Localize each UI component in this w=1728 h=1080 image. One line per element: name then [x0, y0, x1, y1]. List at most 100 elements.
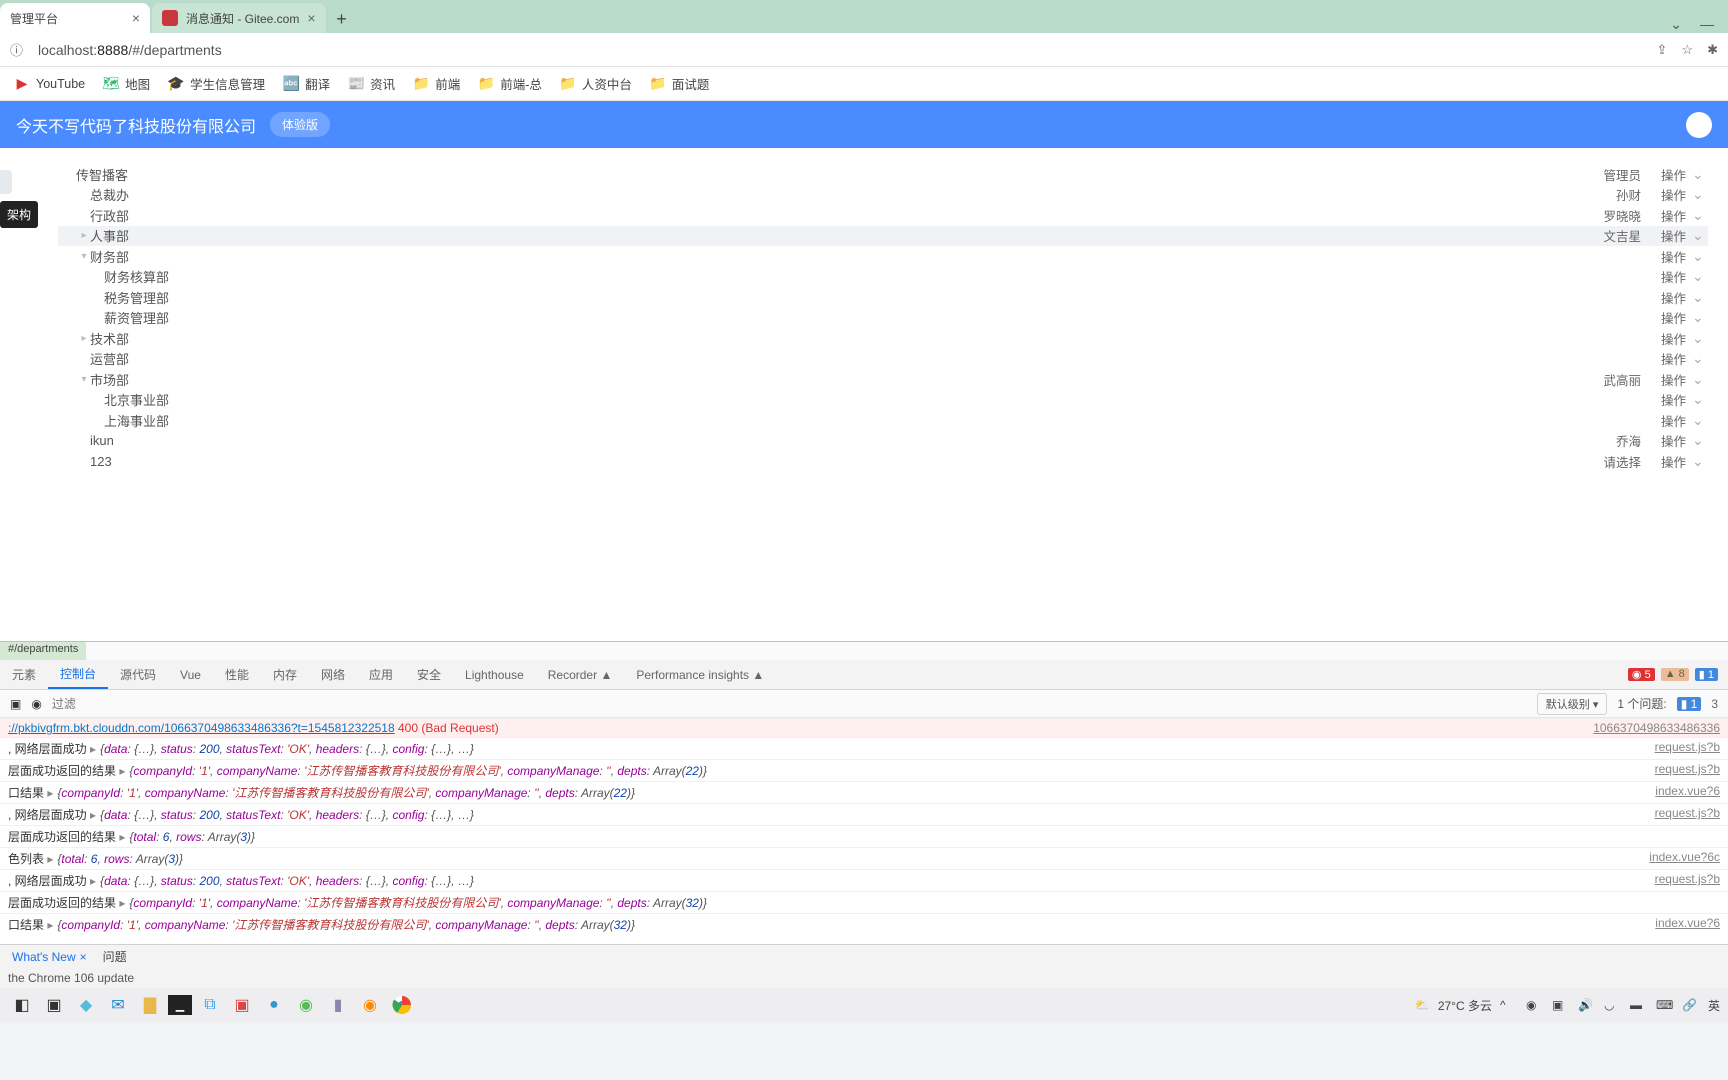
new-tab-button[interactable]: + — [328, 5, 356, 33]
chevron-down-icon[interactable]: ⌄ — [1692, 268, 1708, 285]
devtools-tab[interactable]: 性能 — [213, 660, 261, 689]
console-log-line[interactable]: , 网络层面成功 ▸{data: {…}, status: 200, statu… — [0, 737, 1728, 759]
expand-icon[interactable]: ▸ — [119, 896, 125, 910]
extensions-icon[interactable]: ✱ — [1707, 42, 1718, 58]
bookmark-item[interactable]: 📁前端 — [413, 74, 460, 93]
tree-row[interactable]: ▾ 财务部 操作 ⌄ — [58, 246, 1708, 267]
action-button[interactable]: 操作 — [1661, 206, 1686, 225]
battery-icon[interactable]: ▬ — [1630, 998, 1648, 1012]
chevron-down-icon[interactable]: ⌄ — [1692, 289, 1708, 306]
close-icon[interactable]: × — [307, 10, 315, 26]
tree-row[interactable]: 薪资管理部 操作 ⌄ — [58, 308, 1708, 329]
action-button[interactable]: 操作 — [1661, 185, 1686, 204]
chevron-down-icon[interactable]: ⌄ — [1692, 227, 1708, 244]
console-log-line[interactable]: 口结果 ▸{companyId: '1', companyName: '江苏传智… — [0, 913, 1728, 935]
devtools-tab[interactable]: Lighthouse — [453, 660, 536, 689]
source-file-tab[interactable]: #/departments — [0, 642, 86, 660]
console-log-line[interactable]: 色列表 ▸{total: 6, rows: Array(3)}index.vue… — [0, 847, 1728, 869]
bookmark-item[interactable]: 🗺地图 — [103, 74, 150, 93]
drawer-tab-issues[interactable]: 问题 — [97, 945, 133, 968]
log-source[interactable]: index.vue?6 — [1655, 784, 1720, 801]
chevron-down-icon[interactable]: ⌄ — [1692, 166, 1708, 183]
devtools-tab[interactable]: 源代码 — [108, 660, 168, 689]
log-source[interactable]: request.js?b — [1655, 762, 1720, 779]
avatar[interactable] — [1686, 112, 1712, 138]
bookmark-item[interactable]: 📁面试题 — [650, 74, 710, 93]
tree-row[interactable]: ▸ 技术部 操作 ⌄ — [58, 328, 1708, 349]
log-source[interactable]: request.js?b — [1655, 740, 1720, 757]
wifi-icon[interactable]: ◡ — [1604, 998, 1622, 1012]
app-icon[interactable]: ◆ — [72, 991, 100, 1019]
bookmark-item[interactable]: ▶YouTube — [14, 76, 85, 92]
action-button[interactable]: 操作 — [1661, 288, 1686, 307]
devtools-tab[interactable]: Recorder ▲ — [536, 660, 625, 689]
bookmark-item[interactable]: 🔤翻译 — [283, 74, 330, 93]
sidebar-toggle-icon[interactable]: ▣ — [10, 697, 21, 711]
tree-row[interactable]: 上海事业部 操作 ⌄ — [58, 410, 1708, 431]
tree-row[interactable]: 运营部 操作 ⌄ — [58, 349, 1708, 370]
chevron-down-icon[interactable]: ⌄ — [1692, 391, 1708, 408]
weather-text[interactable]: 27°C 多云 — [1438, 997, 1492, 1014]
log-source[interactable]: index.vue?6 — [1655, 916, 1720, 933]
chevron-down-icon[interactable]: ⌄ — [1692, 309, 1708, 326]
start-icon[interactable]: ◧ — [8, 991, 36, 1019]
expand-icon[interactable]: ▾ — [78, 251, 90, 262]
firefox-icon[interactable]: ◉ — [356, 991, 384, 1019]
tray-icon[interactable]: ◉ — [1526, 998, 1544, 1012]
action-button[interactable]: 操作 — [1661, 349, 1686, 368]
browser-tab[interactable]: 消息通知 - Gitee.com × — [152, 3, 326, 33]
tree-row[interactable]: 传智播客 管理员 操作 ⌄ — [58, 164, 1708, 185]
chevron-down-icon[interactable]: ⌄ — [1692, 248, 1708, 265]
app-icon[interactable]: ▣ — [228, 991, 256, 1019]
issue-badge[interactable]: ▮ 1 — [1677, 697, 1702, 711]
chevron-down-icon[interactable]: ⌄ — [1692, 412, 1708, 429]
browser-icon[interactable]: ● — [260, 991, 288, 1019]
devtools-tab[interactable]: Vue — [168, 660, 213, 689]
terminal-icon[interactable]: ▁ — [168, 995, 192, 1015]
devtools-tab[interactable]: 控制台 — [48, 660, 108, 689]
devtools-tab[interactable]: 内存 — [261, 660, 309, 689]
tree-row[interactable]: ▾ 市场部 武高丽 操作 ⌄ — [58, 369, 1708, 390]
bookmark-item[interactable]: 📁前端-总 — [478, 74, 542, 93]
console-log-line[interactable]: 层面成功返回的结果 ▸{total: 6, rows: Array(3)} — [0, 825, 1728, 847]
console-log-line[interactable]: , 网络层面成功 ▸{data: {…}, status: 200, statu… — [0, 803, 1728, 825]
console-log-line[interactable]: 口结果 ▸{companyId: '1', companyName: '江苏传智… — [0, 781, 1728, 803]
console-log-line[interactable]: ://pkbivgfrm.bkt.clouddn.com/10663704986… — [0, 718, 1728, 737]
action-button[interactable]: 操作 — [1661, 308, 1686, 327]
chevron-down-icon[interactable]: ⌄ — [1670, 16, 1682, 33]
bookmark-item[interactable]: 🎓学生信息管理 — [168, 74, 265, 93]
action-button[interactable]: 操作 — [1661, 431, 1686, 450]
drawer-tab-whatsnew[interactable]: What's New× — [6, 947, 93, 967]
expand-icon[interactable]: ▾ — [78, 374, 90, 385]
weather-icon[interactable]: ⛅ — [1415, 998, 1430, 1012]
chevron-down-icon[interactable]: ⌄ — [1692, 371, 1708, 388]
close-icon[interactable]: × — [80, 950, 87, 964]
devtools-tab[interactable]: 网络 — [309, 660, 357, 689]
info-icon[interactable]: ⓘ — [10, 40, 28, 59]
mail-icon[interactable]: ✉ — [104, 991, 132, 1019]
action-button[interactable]: 操作 — [1661, 267, 1686, 286]
devtools-tab[interactable]: 应用 — [357, 660, 405, 689]
log-source[interactable]: request.js?b — [1655, 872, 1720, 889]
chevron-down-icon[interactable]: ⌄ — [1692, 186, 1708, 203]
console-log-line[interactable]: , 网络层面成功 ▸{data: {…}, status: 200, statu… — [0, 869, 1728, 891]
chevron-down-icon[interactable]: ⌄ — [1692, 432, 1708, 449]
minimize-icon[interactable]: — — [1700, 16, 1714, 33]
log-source[interactable]: 1066370498633486336 — [1593, 721, 1720, 735]
task-view-icon[interactable]: ▣ — [40, 991, 68, 1019]
log-source[interactable]: request.js?b — [1655, 806, 1720, 823]
tree-row[interactable]: 行政部 罗晓晓 操作 ⌄ — [58, 205, 1708, 226]
expand-icon[interactable]: ▸ — [119, 830, 125, 844]
chevron-down-icon[interactable]: ⌄ — [1692, 207, 1708, 224]
action-button[interactable]: 操作 — [1661, 411, 1686, 430]
expand-icon[interactable]: ▸ — [78, 230, 90, 241]
tree-row[interactable]: 总裁办 孙财 操作 ⌄ — [58, 185, 1708, 206]
action-button[interactable]: 操作 — [1661, 247, 1686, 266]
devtools-tab[interactable]: 元素 — [0, 660, 48, 689]
chevron-up-icon[interactable]: ^ — [1500, 998, 1518, 1012]
expand-icon[interactable]: ▸ — [90, 808, 96, 822]
chevron-down-icon[interactable]: ⌄ — [1692, 453, 1708, 470]
console-log-line[interactable]: 层面成功返回的结果 ▸{companyId: '1', companyName:… — [0, 759, 1728, 781]
share-icon[interactable]: ⇪ — [1657, 42, 1668, 58]
console-log-line[interactable]: 层面成功返回的结果 ▸{companyId: '1', companyName:… — [0, 891, 1728, 913]
